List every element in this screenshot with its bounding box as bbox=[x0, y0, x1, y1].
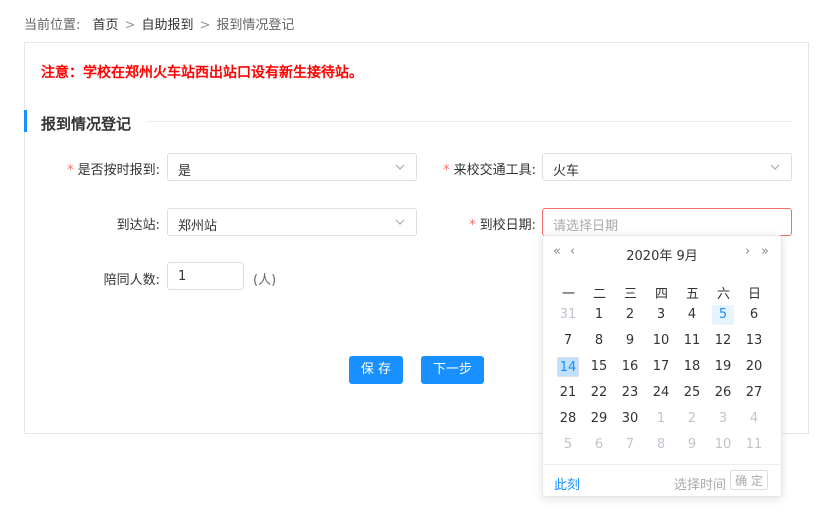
calendar-day[interactable]: 1 bbox=[650, 409, 672, 429]
date-label: * 到校日期: bbox=[416, 214, 536, 233]
calendar-day[interactable]: 29 bbox=[588, 409, 610, 429]
calendar-day[interactable]: 20 bbox=[743, 357, 765, 377]
station-label: 到达站: bbox=[116, 218, 160, 233]
required-mark: * bbox=[67, 163, 74, 178]
calendar-day[interactable]: 28 bbox=[557, 409, 579, 429]
notice-text: 注意：学校在郑州火车站西出站口设有新生接待站。 bbox=[41, 65, 363, 81]
calendar-day[interactable]: 1 bbox=[588, 305, 610, 325]
calendar-day[interactable]: 16 bbox=[619, 357, 641, 377]
now-button[interactable]: 此刻 bbox=[554, 474, 580, 493]
transport-value: 火车 bbox=[553, 164, 580, 179]
calendar-day[interactable]: 11 bbox=[743, 435, 765, 455]
required-mark: * bbox=[443, 163, 450, 178]
calendar-day[interactable]: 17 bbox=[650, 357, 672, 377]
calendar-day[interactable]: 11 bbox=[681, 331, 703, 351]
chevron-down-icon bbox=[395, 164, 405, 170]
section-title: 报到情况登记 bbox=[41, 115, 132, 133]
weekday-label: 四 bbox=[654, 287, 668, 302]
calendar-day[interactable]: 19 bbox=[712, 357, 734, 377]
calendar-day[interactable]: 18 bbox=[681, 357, 703, 377]
calendar-day[interactable]: 31 bbox=[557, 305, 579, 325]
date-placeholder: 请选择日期 bbox=[553, 219, 619, 234]
calendar-day[interactable]: 22 bbox=[588, 383, 610, 403]
ontime-label-text: 是否按时报到: bbox=[77, 163, 160, 178]
ontime-select[interactable]: 是 bbox=[167, 153, 417, 181]
weekday-label: 三 bbox=[623, 287, 637, 302]
calendar-header: « ‹ 2020年 9月 › » bbox=[543, 236, 781, 270]
calendar-day[interactable]: 6 bbox=[588, 435, 610, 455]
calendar-day[interactable]: 5 bbox=[712, 305, 734, 325]
calendar-day[interactable]: 12 bbox=[712, 331, 734, 351]
calendar-day[interactable]: 14 bbox=[557, 357, 579, 377]
calendar-day[interactable]: 24 bbox=[650, 383, 672, 403]
calendar-day[interactable]: 9 bbox=[681, 435, 703, 455]
weekday-label: 五 bbox=[685, 287, 699, 302]
calendar-day[interactable]: 27 bbox=[743, 383, 765, 403]
breadcrumb: 当前位置: 首页 > 自助报到 > 报到情况登记 bbox=[24, 14, 294, 33]
weekday-label: 日 bbox=[747, 287, 761, 302]
calendar-day[interactable]: 13 bbox=[743, 331, 765, 351]
chevron-down-icon bbox=[770, 164, 780, 170]
calendar-day[interactable]: 10 bbox=[712, 435, 734, 455]
calendar-day[interactable]: 3 bbox=[650, 305, 672, 325]
transport-label: * 来校交通工具: bbox=[416, 159, 536, 178]
ontime-value: 是 bbox=[178, 164, 192, 179]
breadcrumb-step-link[interactable]: 自助报到 bbox=[141, 18, 193, 33]
weekday-label: 六 bbox=[716, 287, 730, 302]
breadcrumb-separator: > bbox=[124, 18, 136, 33]
select-time-button[interactable]: 选择时间 bbox=[674, 474, 726, 493]
date-input[interactable]: 请选择日期 bbox=[542, 208, 792, 236]
calendar-footer: 此刻 选择时间 确 定 bbox=[543, 464, 781, 498]
calendar-day[interactable]: 23 bbox=[619, 383, 641, 403]
weekday-label: 一 bbox=[561, 287, 575, 302]
date-label-text: 到校日期: bbox=[479, 218, 536, 233]
ontime-label: * 是否按时报到: bbox=[40, 159, 160, 178]
calendar-day[interactable]: 21 bbox=[557, 383, 579, 403]
breadcrumb-home-link[interactable]: 首页 bbox=[93, 18, 119, 33]
breadcrumb-prefix: 当前位置: bbox=[24, 18, 81, 33]
calendar-day[interactable]: 8 bbox=[588, 331, 610, 351]
station-select[interactable]: 郑州站 bbox=[167, 208, 417, 236]
station-value: 郑州站 bbox=[178, 219, 218, 234]
calendar-day[interactable]: 26 bbox=[712, 383, 734, 403]
section-divider bbox=[146, 121, 792, 122]
calendar-day[interactable]: 6 bbox=[743, 305, 765, 325]
companions-input[interactable]: 1 bbox=[167, 262, 244, 290]
date-picker-popup: « ‹ 2020年 9月 › » 一 二 三 四 五 六 日 31 1 2 3 4 5 6 7… bbox=[542, 235, 782, 497]
next-month-icon[interactable]: › bbox=[745, 244, 750, 259]
calendar-day[interactable]: 7 bbox=[619, 435, 641, 455]
transport-label-text: 来校交通工具: bbox=[453, 163, 536, 178]
transport-select[interactable]: 火车 bbox=[542, 153, 792, 181]
companions-label: 陪同人数: bbox=[103, 273, 160, 288]
calendar-day[interactable]: 7 bbox=[557, 331, 579, 351]
breadcrumb-separator: > bbox=[199, 18, 211, 33]
breadcrumb-current: 报到情况登记 bbox=[216, 18, 295, 33]
calendar-day[interactable]: 2 bbox=[681, 409, 703, 429]
weekday-label: 二 bbox=[592, 287, 606, 302]
calendar-day[interactable]: 4 bbox=[681, 305, 703, 325]
required-mark: * bbox=[469, 218, 476, 233]
companions-value: 1 bbox=[178, 269, 187, 284]
calendar-day[interactable]: 25 bbox=[681, 383, 703, 403]
calendar-day[interactable]: 30 bbox=[619, 409, 641, 429]
confirm-button[interactable]: 确 定 bbox=[730, 470, 768, 490]
calendar-day[interactable]: 4 bbox=[743, 409, 765, 429]
section-accent-bar bbox=[24, 110, 27, 132]
next-year-icon[interactable]: » bbox=[761, 244, 769, 259]
save-button[interactable]: 保 存 bbox=[349, 356, 403, 384]
calendar-day[interactable]: 3 bbox=[712, 409, 734, 429]
calendar-day[interactable]: 2 bbox=[619, 305, 641, 325]
calendar-day[interactable]: 5 bbox=[557, 435, 579, 455]
calendar-day[interactable]: 8 bbox=[650, 435, 672, 455]
calendar-day[interactable]: 15 bbox=[588, 357, 610, 377]
calendar-day[interactable]: 9 bbox=[619, 331, 641, 351]
next-button[interactable]: 下一步 bbox=[421, 356, 484, 384]
chevron-down-icon bbox=[395, 219, 405, 225]
companions-unit: (人) bbox=[253, 273, 277, 288]
calendar-day[interactable]: 10 bbox=[650, 331, 672, 351]
